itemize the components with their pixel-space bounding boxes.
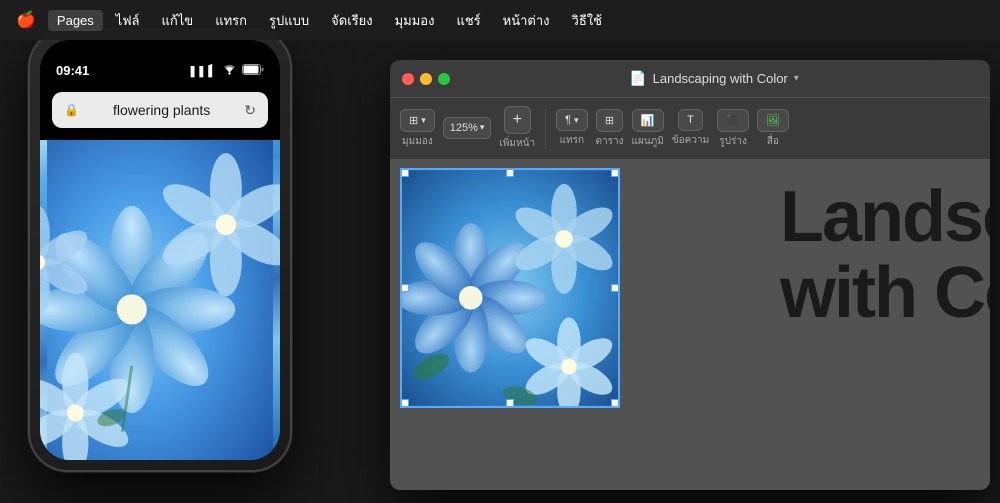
address-text: flowering plants xyxy=(85,102,238,118)
selection-handle-ml[interactable] xyxy=(401,284,409,292)
chevron-down-icon: ▾ xyxy=(574,115,579,126)
table-toolbar-button[interactable]: ⊞ ตาราง xyxy=(596,109,624,149)
selection-handle-mt[interactable] xyxy=(506,169,514,177)
menu-pages[interactable]: Pages xyxy=(48,10,103,31)
zoom-value: 125% xyxy=(450,122,478,134)
chart-toolbar-button[interactable]: 📊 แผนภูมิ xyxy=(632,109,664,149)
iphone: 09:41 ▌▌▌ xyxy=(30,30,290,470)
doc-title-line1: Landscapi xyxy=(780,180,990,256)
flower-image-svg xyxy=(402,170,618,406)
menu-window[interactable]: หน้าต่าง xyxy=(494,7,559,34)
selection-handle-mb[interactable] xyxy=(506,399,514,407)
add-page-label: เพิ่มหน้า xyxy=(499,136,535,151)
mac-menubar: 🍎 Pages ไฟล์ แก้ไข แทรก รูปแบบ จัดเรียง … xyxy=(0,0,1000,40)
media-icon: 🖼 xyxy=(766,114,780,127)
media-toolbar-button[interactable]: 🖼 สื่อ xyxy=(757,109,789,149)
status-time: 09:41 xyxy=(56,63,89,78)
selection-handle-br[interactable] xyxy=(611,399,619,407)
table-icon: ⊞ xyxy=(605,114,614,127)
iphone-flower-svg xyxy=(40,140,280,460)
table-label: ตาราง xyxy=(596,134,624,149)
menu-view[interactable]: มุมมอง xyxy=(386,7,444,34)
lock-icon: 🔒 xyxy=(64,103,79,117)
selection-handle-tl[interactable] xyxy=(401,169,409,177)
menu-edit[interactable]: แก้ไข xyxy=(153,7,203,34)
menu-insert[interactable]: แทรก xyxy=(206,7,256,34)
menu-help[interactable]: วิธีใช้ xyxy=(563,7,611,34)
chart-icon: 📊 xyxy=(641,114,655,127)
text-toolbar-button[interactable]: T ข้อความ xyxy=(672,109,709,148)
text-label: ข้อความ xyxy=(672,133,709,148)
chart-label: แผนภูมิ xyxy=(632,134,664,149)
document-title-text: Landscapi with Color xyxy=(780,180,990,331)
selection-handle-tr[interactable] xyxy=(611,169,619,177)
shape-toolbar-button[interactable]: ⬛ รูปร่าง xyxy=(717,109,749,149)
battery-icon xyxy=(242,64,264,78)
selected-image[interactable] xyxy=(400,168,620,408)
menu-arrange[interactable]: จัดเรียง xyxy=(322,7,381,34)
chevron-down-icon: ▾ xyxy=(421,115,426,126)
wifi-icon xyxy=(222,64,237,78)
add-page-toolbar-button[interactable]: + เพิ่มหน้า xyxy=(499,106,535,151)
view-toolbar-button[interactable]: ⊞ ▾ มุมมอง xyxy=(400,109,435,149)
pages-toolbar: ⊞ ▾ มุมมอง 125% ▾ + เพิ่มหน้า ¶ ▾ xyxy=(390,98,990,160)
menu-file[interactable]: ไฟล์ xyxy=(107,7,149,34)
document-icon: 📄 xyxy=(629,70,646,87)
iphone-address-bar[interactable]: 🔒 flowering plants ↻ xyxy=(52,92,268,128)
paragraph-icon: ¶ xyxy=(565,114,571,126)
insert-label: แทรก xyxy=(560,133,584,148)
doc-title-line2: with Color xyxy=(780,256,990,332)
apple-menu-icon[interactable]: 🍎 xyxy=(16,10,36,30)
pages-window: 📄 Landscaping with Color ▾ ⊞ ▾ มุมมอง 12… xyxy=(390,60,990,490)
status-icons: ▌▌▌ xyxy=(191,64,264,78)
reload-icon[interactable]: ↻ xyxy=(244,102,256,119)
shape-label: รูปร่าง xyxy=(719,134,747,149)
minimize-button[interactable] xyxy=(420,73,432,85)
text-icon: T xyxy=(687,114,694,126)
iphone-screen: 09:41 ▌▌▌ xyxy=(40,40,280,460)
selection-handle-bl[interactable] xyxy=(401,399,409,407)
view-label: มุมมอง xyxy=(402,134,433,149)
media-label: สื่อ xyxy=(767,134,779,149)
traffic-lights xyxy=(402,73,450,85)
chevron-down-icon: ▾ xyxy=(480,122,485,133)
insert-toolbar-button[interactable]: ¶ ▾ แทรก xyxy=(556,109,587,148)
window-title: Landscaping with Color xyxy=(653,71,788,86)
pages-canvas: Landscapi with Color xyxy=(390,160,990,490)
chevron-down-icon[interactable]: ▾ xyxy=(794,73,799,84)
iphone-flower-background xyxy=(40,140,280,460)
plus-icon: + xyxy=(513,111,522,129)
toolbar-divider xyxy=(545,109,546,149)
window-title-area: 📄 Landscaping with Color ▾ xyxy=(450,70,978,87)
shape-icon: ⬛ xyxy=(726,114,740,127)
signal-icon: ▌▌▌ xyxy=(191,65,217,77)
menu-share[interactable]: แชร์ xyxy=(447,7,489,34)
pages-titlebar: 📄 Landscaping with Color ▾ xyxy=(390,60,990,98)
menu-format[interactable]: รูปแบบ xyxy=(260,7,318,34)
zoom-toolbar-button[interactable]: 125% ▾ xyxy=(443,117,492,141)
close-button[interactable] xyxy=(402,73,414,85)
selection-handle-mr[interactable] xyxy=(611,284,619,292)
view-icon: ⊞ xyxy=(409,114,418,127)
fullscreen-button[interactable] xyxy=(438,73,450,85)
iphone-notch xyxy=(100,40,220,66)
